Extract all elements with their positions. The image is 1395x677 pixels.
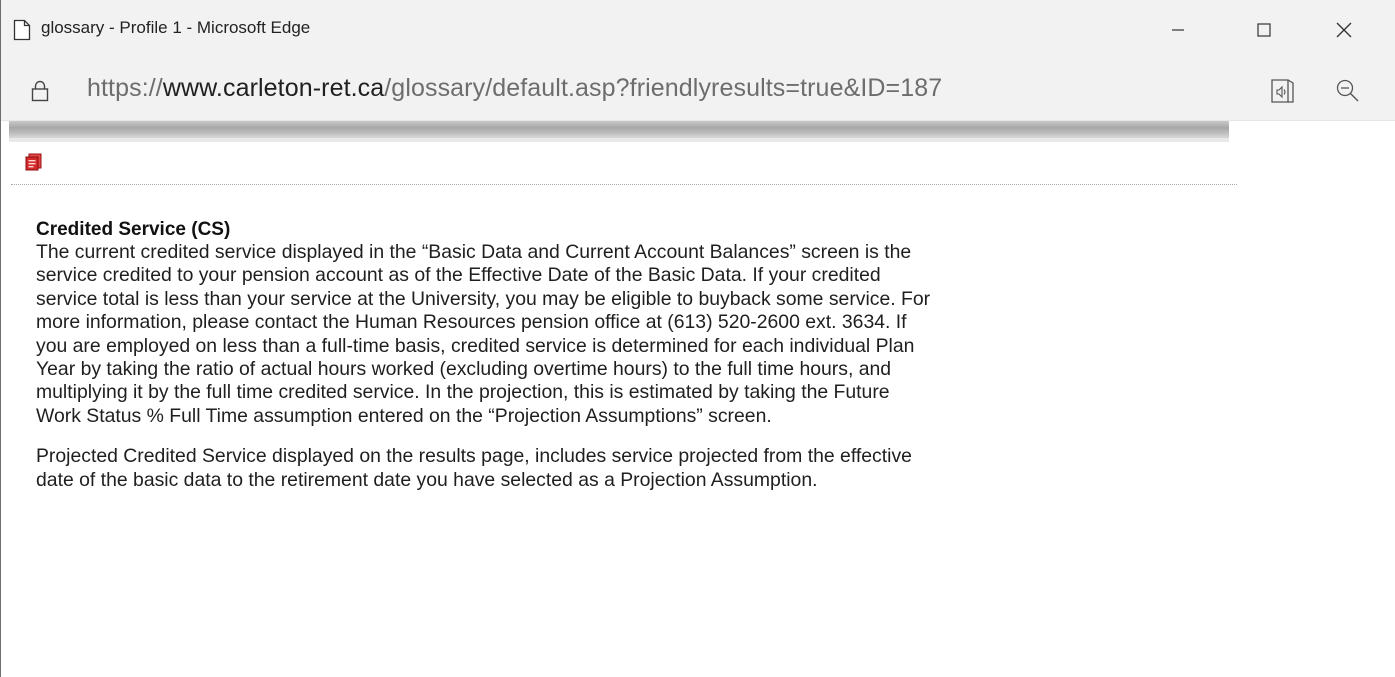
maximize-icon (1257, 23, 1271, 37)
glossary-definition-extra: Projected Credited Service displayed on … (36, 445, 912, 491)
lock-icon[interactable] (31, 80, 49, 102)
zoom-out-icon[interactable] (1335, 78, 1361, 104)
window-title: glossary - Profile 1 - Microsoft Edge (41, 18, 311, 37)
minimize-button[interactable] (1155, 8, 1201, 52)
address-bar[interactable]: https://www.carleton-ret.ca/glossary/def… (1, 62, 1395, 121)
close-icon (1336, 22, 1352, 38)
page-icon (13, 19, 31, 41)
page-header-shadow (9, 138, 1229, 142)
url-field[interactable]: https://www.carleton-ret.ca/glossary/def… (87, 74, 942, 103)
maximize-button[interactable] (1241, 8, 1287, 52)
url-path: /glossary/default.asp?friendlyresults=tr… (384, 74, 943, 102)
minimize-icon (1172, 29, 1184, 31)
page-header-bar (9, 121, 1229, 138)
divider (11, 184, 1237, 185)
glossary-entry: Credited Service (CS) The current credit… (36, 218, 1216, 509)
read-aloud-icon[interactable] (1269, 77, 1297, 105)
pdf-icon[interactable] (25, 153, 43, 171)
glossary-definition: The current credited service displayed i… (36, 241, 931, 427)
url-prefix: https:// (87, 74, 163, 102)
url-domain: www.carleton-ret.ca (162, 74, 385, 102)
close-button[interactable] (1321, 8, 1367, 52)
glossary-term: Credited Service (CS) (36, 219, 231, 240)
browser-window: glossary - Profile 1 - Microsoft Edge ht… (0, 0, 1395, 677)
title-bar[interactable]: glossary - Profile 1 - Microsoft Edge (1, 0, 1395, 62)
